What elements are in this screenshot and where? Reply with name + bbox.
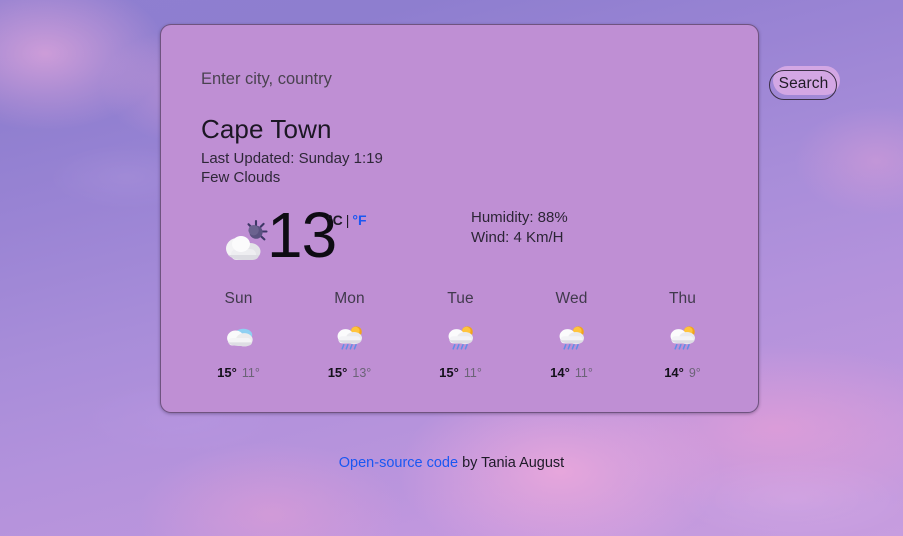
city-name: Cape Town [201,114,332,144]
open-source-code-link[interactable]: Open-source code [339,455,458,471]
sun-rain-cloud-icon [516,320,627,356]
current-temperature: 13 [267,199,337,271]
forecast-day: Sun 15° 11° [183,290,294,380]
weather-condition-text: Few Clouds [201,169,281,186]
unit-separator: | [345,212,350,228]
forecast-day-label: Tue [447,290,474,307]
forecast-temperatures: 14° 9° [627,365,738,380]
sun-rain-cloud-icon [294,320,405,356]
forecast-day: Mon 15° 13° [294,290,405,380]
search-button[interactable]: Search [769,66,840,100]
forecast-day-label: Thu [668,290,696,307]
forecast-temperatures: 15° 11° [183,365,294,380]
forecast-temp-max: 14° [550,365,570,380]
forecast-temp-max: 15° [439,365,459,380]
footer: Open-source code by Tania August [0,455,903,471]
forecast-temp-max: 15° [217,365,237,380]
forecast-day: Thu 14° 9° [627,290,738,380]
cloud-icon [183,320,294,356]
sun-rain-cloud-icon [405,320,516,356]
humidity-text: Humidity: 88% [471,209,568,226]
forecast-day-label: Mon [334,290,365,307]
forecast-day: Tue 15° 11° [405,290,516,380]
forecast-day-label: Wed [555,290,588,307]
wind-text: Wind: 4 Km/H [471,229,564,246]
forecast-day-label: Sun [224,290,253,307]
forecast-temp-min: 13° [352,366,372,380]
forecast-temperatures: 14° 11° [516,365,627,380]
forecast-temperatures: 15° 11° [405,365,516,380]
forecast-day: Wed 14° 11° [516,290,627,380]
forecast-temperatures: 15° 13° [294,365,405,380]
footer-author-text: by Tania August [458,455,565,471]
forecast-temp-min: 11° [241,366,260,380]
forecast-temp-min: 11° [463,366,482,380]
search-button-label: Search [778,75,829,92]
forecast-row: Sun 15° 11° Mon 15° 13° Tue 15° 11° Wed 14° 11° Thu 1… [183,290,738,380]
weather-card: Search Cape Town Last Updated: Sunday 1:… [160,24,840,413]
forecast-temp-max: 15° [327,365,348,380]
last-updated-text: Last Updated: Sunday 1:19 [201,150,383,167]
sun-rain-cloud-icon [627,320,738,356]
unit-toggle: °C | °F [327,212,367,228]
cloud-moon-icon [219,217,271,267]
forecast-temp-min: 11° [574,366,593,380]
fahrenheit-unit-link[interactable]: °F [352,212,366,228]
celsius-unit-link[interactable]: °C [327,212,343,228]
search-input[interactable] [201,63,601,95]
search-row: Search [161,63,840,107]
forecast-temp-min: 9° [688,366,701,380]
forecast-temp-max: 14° [664,365,684,380]
